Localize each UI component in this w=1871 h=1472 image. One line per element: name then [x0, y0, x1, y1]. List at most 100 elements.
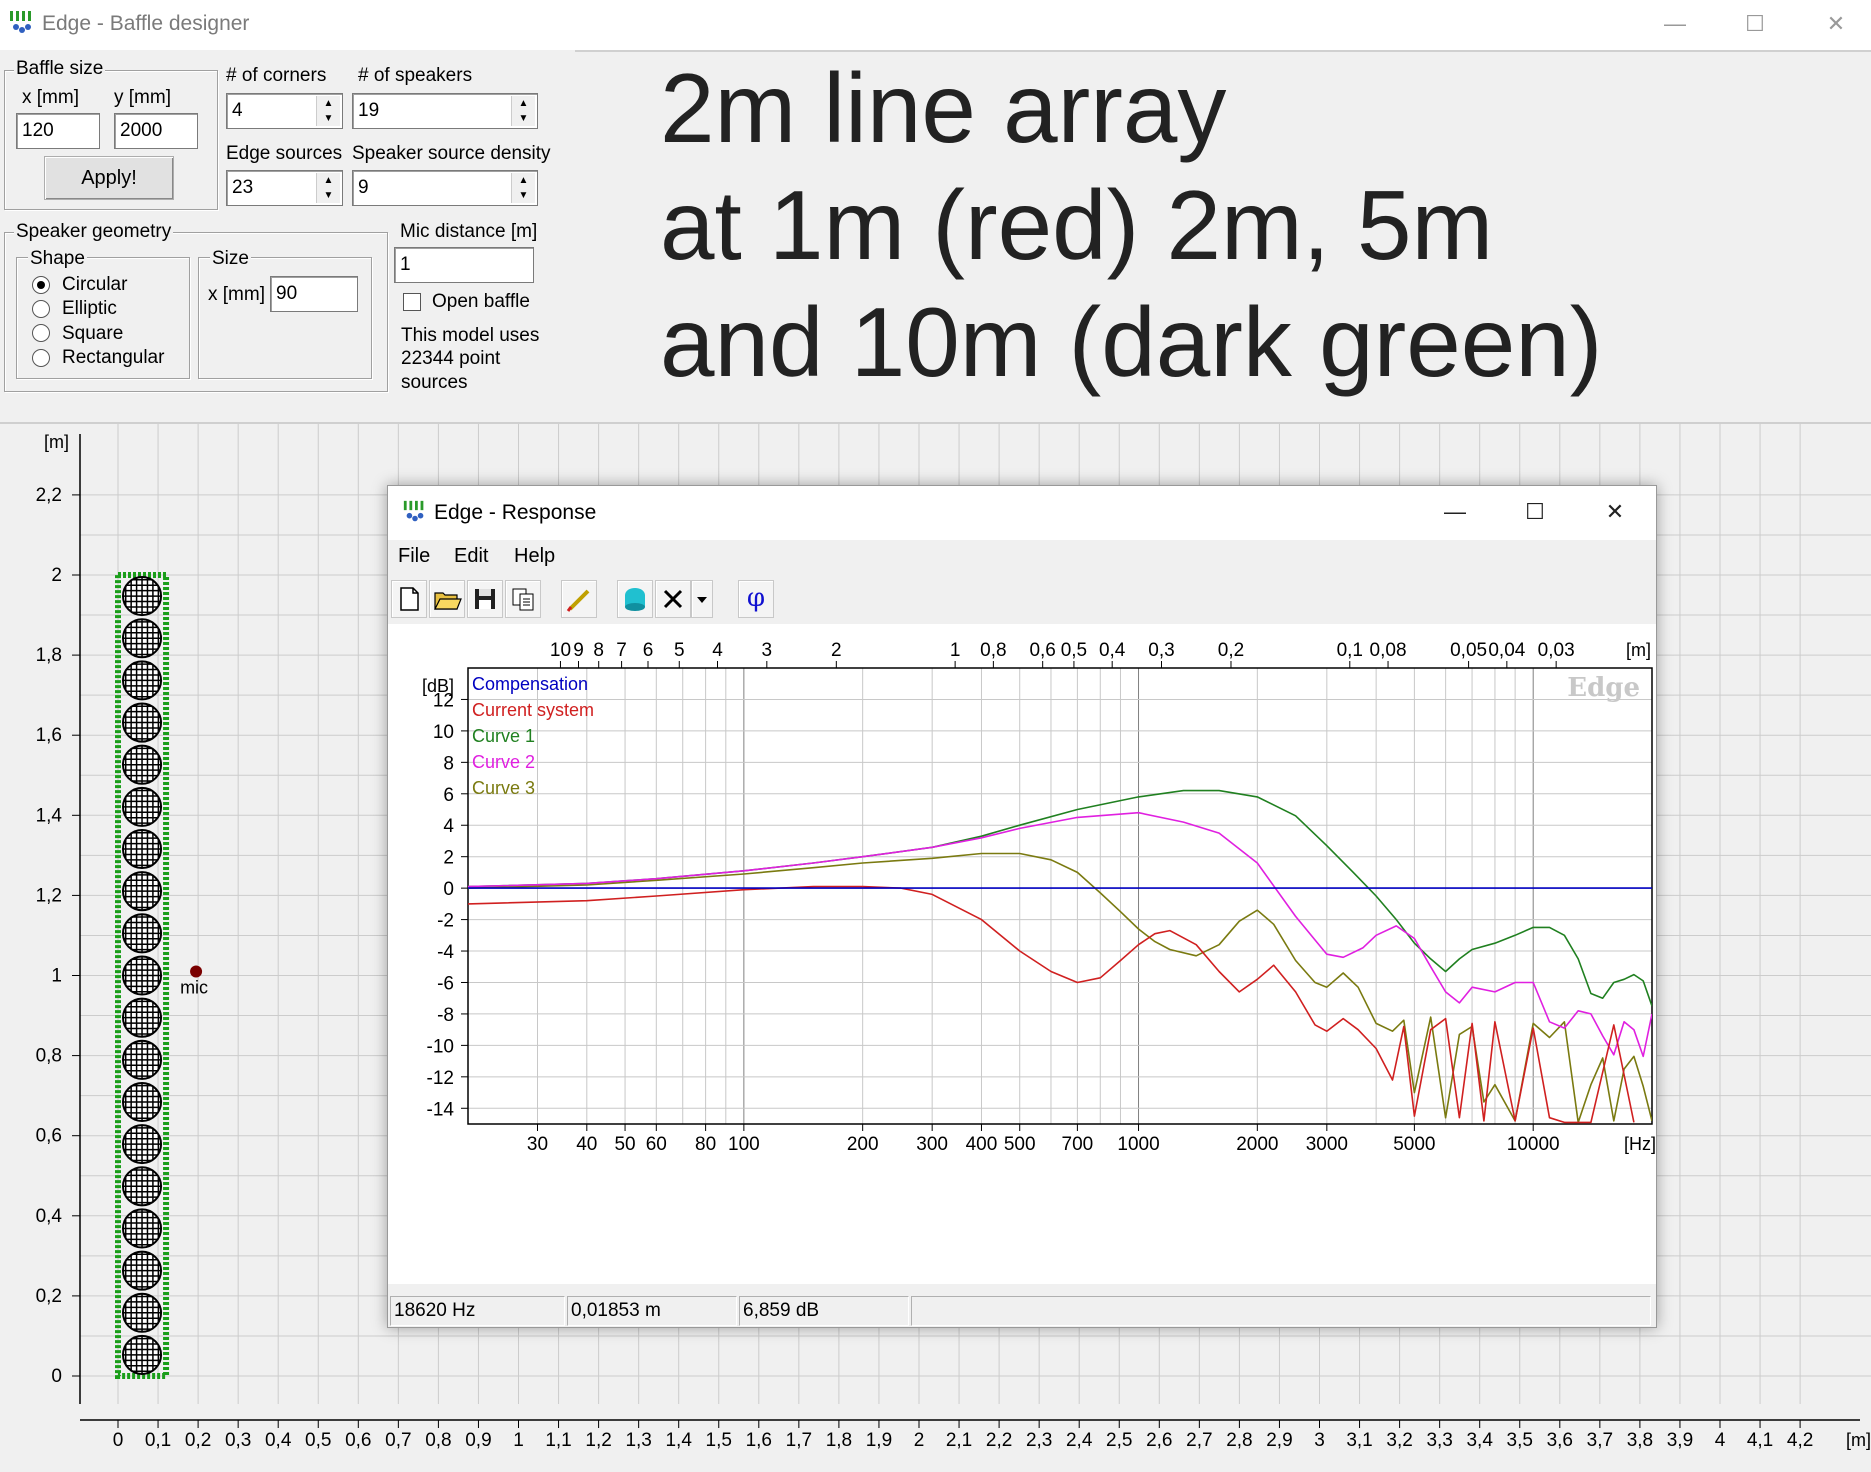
- x-tick-label: 500: [1004, 1134, 1036, 1155]
- y-tick-label: 1,2: [36, 885, 62, 906]
- x-tick-label: 40: [576, 1134, 597, 1155]
- save-button[interactable]: [467, 580, 503, 618]
- corners-label: # of corners: [226, 65, 327, 86]
- speaker-button[interactable]: [617, 580, 653, 618]
- x-tick-label: 1,8: [826, 1430, 852, 1451]
- x-tick-label: 1,1: [545, 1430, 571, 1451]
- apply-button[interactable]: Apply!: [44, 156, 174, 200]
- menu-help[interactable]: Help: [514, 545, 555, 568]
- x-tick-label: 1,9: [866, 1430, 892, 1451]
- y-tick-label: 2: [51, 565, 62, 586]
- x-tick-label: 0,8: [425, 1430, 451, 1451]
- shape-rectangular-radio[interactable]: [32, 349, 50, 367]
- annotation-line3: and 10m (dark green): [660, 287, 1603, 397]
- x-tick-label: 3,6: [1547, 1430, 1573, 1451]
- window-titlebar: Edge - Baffle designer — ☐ ✕: [0, 0, 1871, 50]
- edge-sources-spinner[interactable]: ▲ ▼: [316, 173, 340, 203]
- y-tick-label: 0,8: [36, 1046, 62, 1067]
- shape-square-radio[interactable]: [32, 324, 50, 342]
- top-axis-label: [m]: [1626, 640, 1651, 660]
- x-tick-label: 3,2: [1386, 1430, 1412, 1451]
- top-tick-label: 0,08: [1370, 640, 1407, 661]
- edge-sources-input[interactable]: 23 ▲ ▼: [226, 170, 343, 206]
- response-chart[interactable]: 121086420-2-4-6-8-10-12-14[dB]30 40 50 60 80…: [388, 624, 1656, 1284]
- speaker-density-input[interactable]: 9 ▲ ▼: [352, 170, 538, 206]
- speakers-input[interactable]: 19 ▲ ▼: [352, 93, 538, 129]
- mic-label: mic: [180, 978, 208, 998]
- edge-sources-label: Edge sources: [226, 143, 343, 164]
- x-tick-label: 0: [113, 1430, 124, 1451]
- top-tick-label: 2: [831, 640, 842, 661]
- speaker-driver: [122, 1334, 163, 1375]
- pen-button[interactable]: [561, 580, 597, 618]
- response-minimize-button[interactable]: —: [1425, 494, 1485, 530]
- top-tick-label: 3: [762, 640, 773, 661]
- menu-file[interactable]: File: [398, 545, 430, 568]
- corners-value: 4: [232, 100, 243, 121]
- speaker-driver: [122, 1039, 163, 1080]
- y-tick-label: -10: [427, 1036, 454, 1057]
- phase-button[interactable]: φ: [738, 580, 774, 618]
- new-button[interactable]: [391, 580, 427, 618]
- top-tick-label: 0,5: [1061, 640, 1087, 661]
- shape-elliptic-radio[interactable]: [32, 300, 50, 318]
- y-tick-label: 1,6: [36, 725, 62, 746]
- speaker-icon: [625, 588, 645, 611]
- close-button[interactable]: ✕: [1806, 6, 1866, 42]
- x-tick-label: 3,5: [1507, 1430, 1533, 1451]
- new-icon: [400, 587, 419, 611]
- phase-icon: φ: [746, 583, 766, 613]
- corners-spinner[interactable]: ▲ ▼: [316, 96, 340, 126]
- speaker-driver: [122, 828, 163, 870]
- x-tick-label: 3,3: [1426, 1430, 1452, 1451]
- open-baffle-checkbox[interactable]: [403, 293, 421, 311]
- baffle-x-label: x [mm]: [22, 87, 79, 108]
- legend-entry: Curve 3: [472, 778, 535, 798]
- open-button[interactable]: [429, 580, 465, 618]
- speakers-spinner[interactable]: ▲ ▼: [511, 96, 535, 126]
- model-note-line1: This model uses: [401, 325, 540, 346]
- speakers-value: 19: [358, 100, 380, 121]
- y-tick-label: -6: [437, 973, 454, 994]
- response-maximize-button[interactable]: ☐: [1505, 494, 1565, 530]
- top-tick-label: 0,6: [1029, 640, 1055, 661]
- copy-button[interactable]: [505, 580, 541, 618]
- x-tick-label: 2,6: [1146, 1430, 1172, 1451]
- x-tick-label: 1,7: [786, 1430, 812, 1451]
- response-title: Edge - Response: [434, 501, 597, 524]
- shape-circular-radio[interactable]: [32, 276, 50, 294]
- x-tick-label: 5000: [1393, 1134, 1435, 1155]
- edge-watermark: Edge: [1567, 673, 1640, 703]
- delete-dropdown-button[interactable]: [691, 580, 713, 618]
- speaker-geometry-label: Speaker geometry: [14, 221, 174, 243]
- shape-circular-label: Circular: [62, 274, 128, 295]
- mic-marker: [190, 965, 203, 978]
- y-tick-label: 1,8: [36, 645, 62, 666]
- x-tick-label: 3,4: [1466, 1430, 1493, 1451]
- x-tick-label: 400: [966, 1134, 998, 1155]
- speaker-driver: [122, 1081, 163, 1123]
- size-x-input[interactable]: 90: [270, 276, 358, 312]
- baffle-y-input[interactable]: 2000: [114, 113, 198, 149]
- baffle-size-label: Baffle size: [14, 58, 106, 80]
- y-tick-label: 0,4: [36, 1206, 63, 1227]
- x-tick-label: 2: [914, 1430, 925, 1451]
- corners-input[interactable]: 4 ▲ ▼: [226, 93, 343, 129]
- x-tick-label: 4: [1715, 1430, 1726, 1451]
- baffle-x-input[interactable]: 120: [16, 113, 100, 149]
- minimize-button[interactable]: —: [1645, 6, 1705, 42]
- x-tick-label: 50: [614, 1134, 635, 1155]
- menu-edit[interactable]: Edit: [454, 545, 488, 568]
- delete-icon: [663, 589, 683, 609]
- speaker-density-spinner[interactable]: ▲ ▼: [511, 173, 535, 203]
- response-toolbar: φ: [388, 576, 1656, 624]
- x-tick-label: 1000: [1117, 1134, 1159, 1155]
- delete-button[interactable]: [655, 580, 691, 618]
- top-tick-label: 0,4: [1099, 640, 1126, 661]
- pen-icon: [566, 589, 590, 612]
- mic-distance-input[interactable]: 1: [394, 247, 534, 283]
- open-icon: [434, 592, 462, 610]
- baffle-y-label: y [mm]: [114, 87, 171, 108]
- maximize-button[interactable]: ☐: [1725, 6, 1785, 42]
- response-close-button[interactable]: ✕: [1585, 494, 1645, 530]
